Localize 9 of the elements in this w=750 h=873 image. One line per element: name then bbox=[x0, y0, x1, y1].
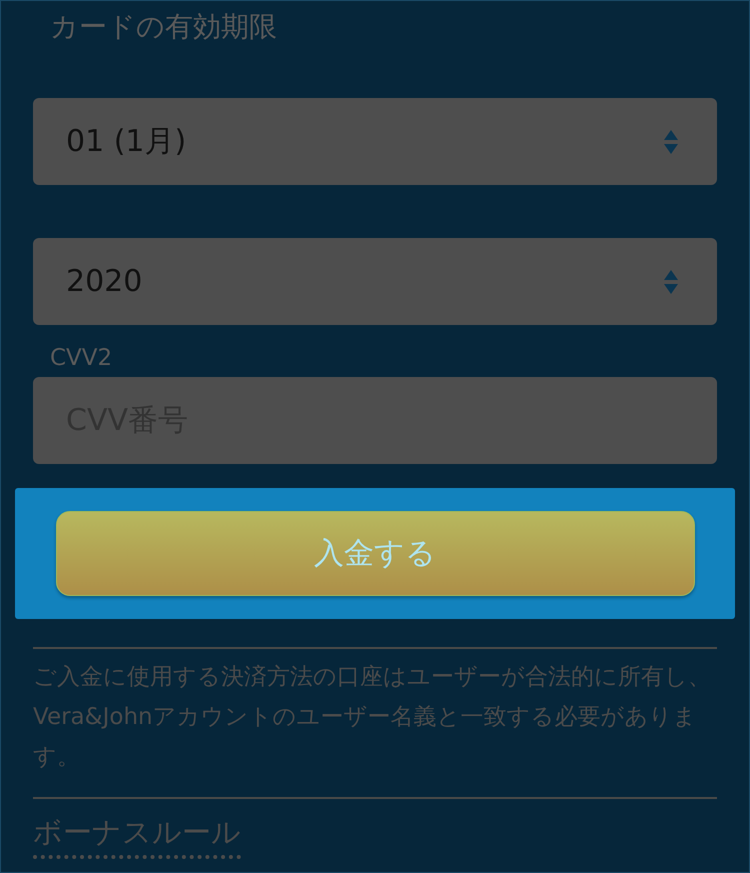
deposit-button[interactable]: 入金する bbox=[56, 511, 694, 596]
notice-text: ご入金に使用する決済方法の口座はユーザーが合法的に所有し、Vera&Johnアカウントのユーザー名義と一致する必要があります。 bbox=[33, 663, 712, 772]
expiry-label: カードの有効期限 bbox=[50, 9, 278, 45]
bonus-rules-link[interactable]: ボーナスルール bbox=[33, 813, 241, 859]
up-down-arrows-icon bbox=[663, 128, 679, 154]
select-field[interactable]: 2020 bbox=[33, 238, 717, 325]
cvv-label: CVV2 bbox=[50, 344, 114, 373]
up-down-arrows-icon bbox=[663, 268, 679, 294]
select-field[interactable]: 01 (1月) bbox=[33, 98, 717, 185]
